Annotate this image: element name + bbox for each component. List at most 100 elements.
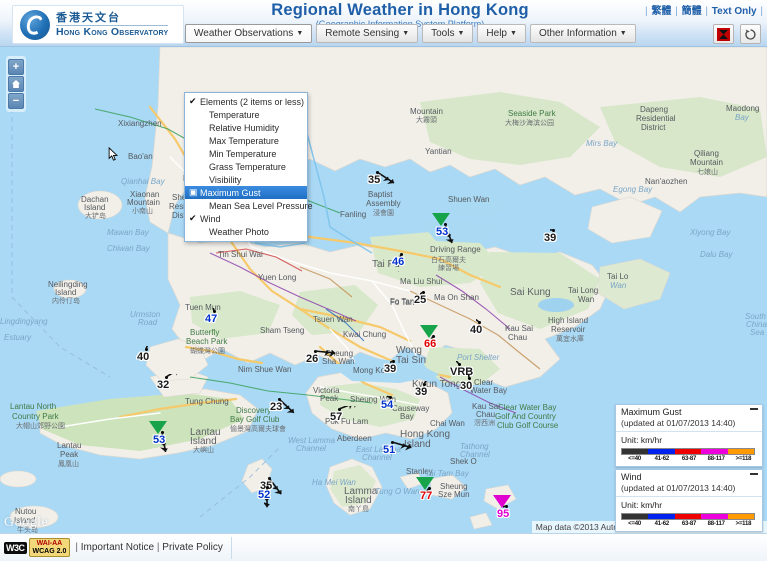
w3c-logo: W3C <box>4 541 27 554</box>
dropdown-item-min-temperature[interactable]: Min Temperature <box>185 147 307 160</box>
dropdown-item-label: Visibility <box>209 174 242 185</box>
hko-logo-icon <box>20 9 50 40</box>
home-button[interactable] <box>8 76 24 92</box>
colorbar-segment <box>648 449 675 454</box>
chevron-down-icon: ▼ <box>510 30 517 37</box>
colorbar-segment <box>622 514 649 519</box>
legend-wind-title: Wind <box>621 472 642 482</box>
dropdown-item-label: Weather Photo <box>209 226 269 237</box>
lang-sep-1: | <box>645 6 648 17</box>
lang-sep-2: | <box>675 6 678 17</box>
check-icon: ✔ <box>189 96 197 106</box>
google-watermark: Google <box>4 515 49 530</box>
lang-sep-4: | <box>760 6 763 17</box>
dropdown-item-temperature[interactable]: Temperature <box>185 108 307 121</box>
header-action-buttons <box>713 24 761 44</box>
menu-tools[interactable]: Tools ▼ <box>422 24 474 43</box>
dropdown-item-label: Max Temperature <box>209 135 279 146</box>
zoom-in-button[interactable]: + <box>8 59 24 75</box>
dropdown-item-max-temperature[interactable]: Max Temperature <box>185 134 307 147</box>
footer-link-important-notice[interactable]: Important Notice <box>81 542 154 553</box>
dropdown-item-elements-2-items-or-less[interactable]: ✔ Elements (2 items or less) <box>185 95 307 108</box>
legend-gust-updated: (updated at 01/07/2013 14:40) <box>621 418 736 428</box>
lang-link-simplified[interactable]: 簡體 <box>682 6 702 17</box>
colorbar-label: >=118 <box>735 456 752 462</box>
legend-gust-colorbar <box>621 448 755 455</box>
dropdown-item-visibility[interactable]: Visibility <box>185 173 307 186</box>
dropdown-item-label: Grass Temperature <box>209 161 286 172</box>
map-viewport[interactable]: + − XixiangzhenBao'anQianhai BayNanshanD… <box>0 47 767 533</box>
dropdown-item-maximum-gust[interactable]: ▣ Maximum Gust <box>185 186 307 199</box>
menu-remote-sensing[interactable]: Remote Sensing ▼ <box>316 24 419 43</box>
legend-gust-minimize-button[interactable] <box>750 408 758 410</box>
colorbar-segment <box>727 514 755 519</box>
dropdown-item-label: Maximum Gust <box>200 187 261 198</box>
legend-wind-scale-labels: <=40 41-62 63-87 88-117 >=118 <box>621 521 757 527</box>
chevron-down-icon: ▼ <box>457 30 465 37</box>
menu-help-label: Help <box>486 28 507 39</box>
hko-logo[interactable]: 香港天文台 Hong Kong Observatory <box>12 5 184 44</box>
menu-remote-sensing-label: Remote Sensing <box>325 28 400 39</box>
colorbar-segment <box>648 514 675 519</box>
colorbar-segment <box>622 449 649 454</box>
dropdown-item-wind[interactable]: ✔ Wind <box>185 212 307 225</box>
colorbar-label: <=40 <box>628 456 642 462</box>
hko-logo-chinese: 香港天文台 <box>56 10 121 24</box>
checkbox-checked-icon: ▣ <box>189 187 198 197</box>
warning-signal-button[interactable] <box>713 24 734 44</box>
colorbar-label: 41-62 <box>654 521 670 527</box>
chevron-down-icon: ▼ <box>296 30 304 37</box>
chevron-down-icon: ▼ <box>402 30 410 37</box>
menu-other-information-label: Other Information <box>538 28 617 39</box>
page-footer: W3C WAI-AA WCAG 2.0 | Important Notice |… <box>0 533 767 561</box>
menu-help[interactable]: Help ▼ <box>477 24 526 43</box>
dropdown-item-mean-sea-level-pressure[interactable]: Mean Sea Level Pressure <box>185 199 313 212</box>
language-bar: | 繁體 | 簡體 | Text Only | <box>644 2 764 17</box>
legend-wind-header: Wind (updated at 01/07/2013 14:40) <box>616 470 762 497</box>
legend-wind-colorbar <box>621 513 755 520</box>
colorbar-label: >=118 <box>735 521 752 527</box>
dropdown-item-label: Mean Sea Level Pressure <box>209 200 313 211</box>
lang-sep-3: | <box>705 6 708 17</box>
accessibility-badge[interactable]: W3C WAI-AA WCAG 2.0 <box>4 538 71 557</box>
application-window: 香港天文台 Hong Kong Observatory Regional Wea… <box>0 0 767 561</box>
lang-link-text-only[interactable]: Text Only <box>712 6 757 17</box>
legend-wind-minimize-button[interactable] <box>750 473 758 475</box>
refresh-button[interactable] <box>740 24 761 44</box>
wcag-version: WCAG 2.0 <box>32 547 67 555</box>
colorbar-segment <box>701 449 728 454</box>
footer-links: | Important Notice | Private Policy <box>75 542 223 553</box>
dropdown-item-relative-humidity[interactable]: Relative Humidity <box>185 121 307 134</box>
legend-gust-unit: Unit: km/hr <box>621 435 663 445</box>
colorbar-label: 41-62 <box>654 456 670 462</box>
menu-other-information[interactable]: Other Information ▼ <box>529 24 636 43</box>
footer-link-private-policy[interactable]: Private Policy <box>162 542 223 553</box>
legend-gust-body: Unit: km/hr <=40 41-62 63-87 88-117 >=118 <box>616 432 762 466</box>
dropdown-item-label: Temperature <box>209 109 260 120</box>
colorbar-segment <box>674 449 702 454</box>
colorbar-label: 63-87 <box>681 521 697 527</box>
lang-link-traditional[interactable]: 繁體 <box>651 6 671 17</box>
legend-wind-updated: (updated at 01/07/2013 14:40) <box>621 483 736 493</box>
footer-sep-2: | <box>156 542 160 553</box>
colorbar-label: 88-117 <box>707 521 725 527</box>
legend-wind[interactable]: Wind (updated at 01/07/2013 14:40) Unit:… <box>615 469 763 532</box>
zoom-out-button[interactable]: − <box>8 93 24 109</box>
menu-weather-observations[interactable]: Weather Observations ▼ <box>185 24 313 43</box>
menu-tools-label: Tools <box>431 28 455 39</box>
home-icon <box>12 80 20 88</box>
check-icon: ✔ <box>189 213 197 223</box>
wcag-level: WAI-AA <box>36 540 63 548</box>
weather-observations-dropdown[interactable]: ✔ Elements (2 items or less) Temperature Re… <box>184 92 313 242</box>
colorbar-segment <box>701 514 728 519</box>
footer-sep-1: | <box>75 542 78 553</box>
dropdown-item-weather-photo[interactable]: Weather Photo <box>185 225 307 238</box>
refresh-icon <box>745 28 756 40</box>
legend-gust-header: Maximum Gust (updated at 01/07/2013 14:4… <box>616 405 762 432</box>
legend-maximum-gust[interactable]: Maximum Gust (updated at 01/07/2013 14:4… <box>615 404 763 467</box>
menu-weather-observations-label: Weather Observations <box>194 28 294 39</box>
legend-gust-scale-labels: <=40 41-62 63-87 88-117 >=118 <box>621 456 757 462</box>
dropdown-item-grass-temperature[interactable]: Grass Temperature <box>185 160 307 173</box>
colorbar-label: 88-117 <box>707 456 725 462</box>
main-menu-bar: Weather Observations ▼ Remote Sensing ▼ … <box>185 24 636 43</box>
